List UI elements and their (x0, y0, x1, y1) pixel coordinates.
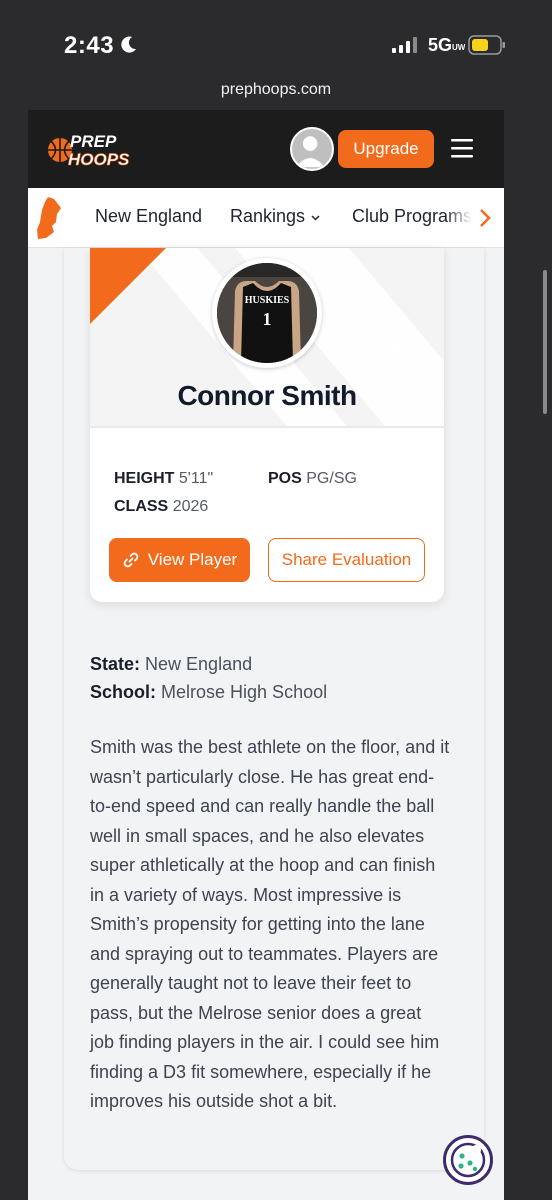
chevron-down-icon (311, 215, 320, 221)
upgrade-button[interactable]: Upgrade (338, 130, 434, 168)
view-player-button[interactable]: View Player (109, 538, 250, 582)
user-silhouette-icon (295, 136, 325, 168)
player-card-banner: HUSKIES 1 Connor Smith (90, 248, 444, 428)
player-card: HUSKIES 1 Connor Smith HEIGHT 5'11" POS … (90, 248, 444, 602)
stat-position: POS PG/SG (268, 470, 357, 487)
detail-state: State: New England (90, 654, 253, 674)
region-subnav: New England Rankings Club Programs (28, 188, 504, 248)
jersey-number: 1 (263, 309, 272, 329)
stat-height: HEIGHT 5'11" (114, 470, 214, 487)
nav-fade-overlay (446, 188, 472, 247)
hamburger-menu-icon[interactable] (451, 138, 473, 158)
link-icon (123, 552, 139, 568)
new-england-map-icon[interactable] (36, 196, 62, 240)
prep-hoops-logo[interactable]: PREP HOOPS (46, 130, 140, 170)
user-avatar[interactable] (290, 127, 334, 171)
share-evaluation-button[interactable]: Share Evaluation (268, 538, 425, 582)
logo-text-hoops: HOOPS (68, 150, 130, 169)
evaluation-text: Smith was the best athlete on the floor,… (90, 737, 450, 1111)
chevron-right-icon[interactable] (479, 208, 491, 228)
status-bar: 2:43 5GUW (0, 0, 552, 78)
logo-text-prep: PREP (70, 132, 117, 151)
player-name: Connor Smith (177, 380, 357, 411)
nav-rankings[interactable]: Rankings (230, 206, 305, 227)
player-photo-image: HUSKIES 1 (217, 263, 317, 363)
cookie-settings-button[interactable] (443, 1135, 493, 1185)
network-label: 5GUW (428, 35, 466, 55)
site-header: PREP HOOPS Upgrade (28, 110, 504, 188)
evaluation-panel: HUSKIES 1 Connor Smith HEIGHT 5'11" POS … (64, 248, 484, 1170)
scroll-indicator[interactable] (543, 270, 547, 414)
address-bar[interactable]: prephoops.com (0, 76, 552, 110)
detail-school: School: Melrose High School (90, 682, 328, 702)
player-photo: HUSKIES 1 (212, 258, 322, 368)
signal-icon (392, 37, 417, 53)
nav-new-england[interactable]: New England (95, 206, 202, 227)
web-viewport: PREP HOOPS Upgrade New England Rankings … (28, 110, 504, 1200)
moon-icon (121, 36, 136, 53)
status-time: 2:43 (64, 32, 115, 59)
corner-accent (90, 248, 166, 324)
stat-class: CLASS 2026 (114, 498, 209, 515)
cookie-icon (450, 1142, 486, 1178)
jersey-text: HUSKIES (245, 295, 290, 306)
battery-icon (468, 35, 505, 55)
view-player-label: View Player (147, 550, 238, 569)
